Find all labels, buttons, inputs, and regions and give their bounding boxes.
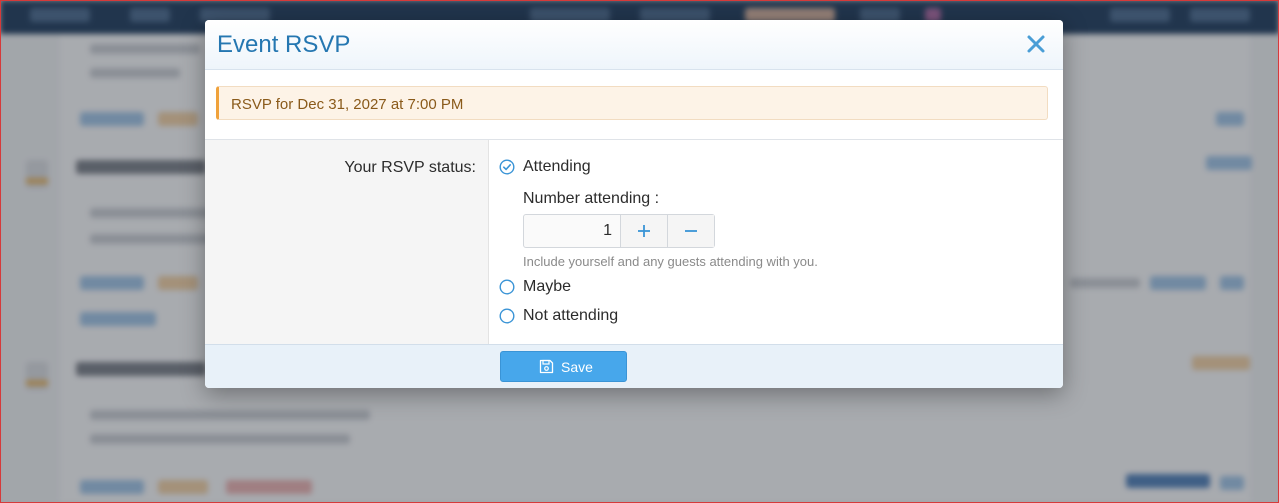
modal-header: Event RSVP [205,20,1063,70]
rsvp-option-attending-label: Attending [523,158,591,175]
increment-button[interactable] [620,215,667,247]
rsvp-notice: RSVP for Dec 31, 2027 at 7:00 PM [216,86,1048,120]
save-button-label: Save [561,359,593,375]
decrement-button[interactable] [667,215,714,247]
number-attending-hint: Include yourself and any guests attendin… [523,254,818,269]
form-label-column: Your RSVP status: [205,140,489,345]
number-attending-stepper [523,214,715,248]
rsvp-option-not-attending-label: Not attending [523,307,619,324]
rsvp-option-maybe-label: Maybe [523,278,572,295]
number-attending-label: Number attending : [523,190,660,207]
modal-title: Event RSVP [217,31,351,58]
modal-footer: Save [205,344,1063,388]
save-button[interactable]: Save [500,351,627,382]
close-icon [1027,35,1045,53]
radio-unchecked-icon[interactable] [499,279,515,295]
close-button[interactable] [1023,31,1049,57]
radio-checked-icon[interactable] [499,159,515,175]
minus-icon [685,230,697,232]
rsvp-modal: Event RSVP RSVP for Dec 31, 2027 at 7:00… [205,20,1063,388]
rsvp-notice-text: RSVP for Dec 31, 2027 at 7:00 PM [231,96,464,113]
rsvp-status-label: Your RSVP status: [344,159,476,176]
plus-icon [638,225,650,237]
radio-unchecked-icon[interactable] [499,308,515,324]
floppy-disk-icon [539,359,554,374]
number-attending-input[interactable] [524,215,620,247]
